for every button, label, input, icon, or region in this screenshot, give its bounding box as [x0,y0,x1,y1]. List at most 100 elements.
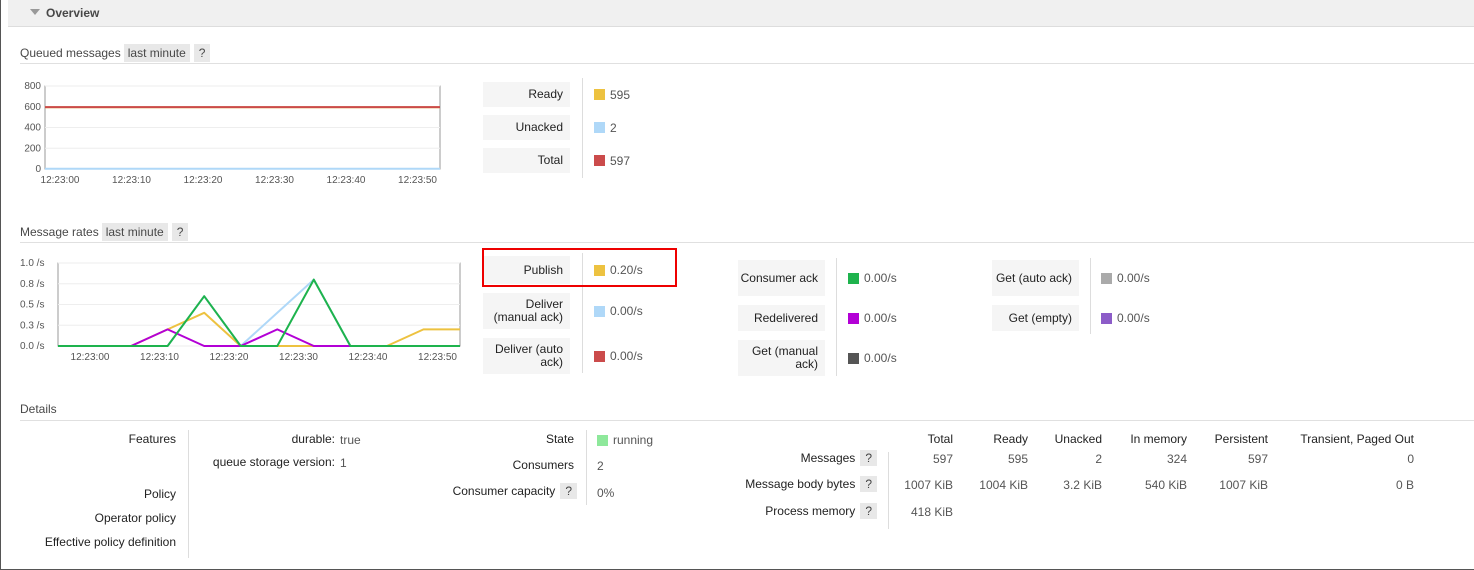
x-axis-ticks: 12:23:00 12:23:10 12:23:20 12:23:30 12:23:40… [71,352,458,363]
x-tick-label: 12:23:50 [418,352,457,363]
effective-policy-label: Effective policy definition [44,535,176,549]
get-empty-value: 0.00/s [1117,311,1150,325]
queued-messages-header: Queued messages last minute? [20,44,211,62]
y-tick-label: 0.8 /s [20,279,44,290]
state-text: running [613,433,654,447]
legend-value-total: 597 [594,148,630,173]
x-tick-label: 12:23:40 [327,175,366,186]
legend-label-get-manual: Get (manual ack) [738,340,825,376]
y-tick-label: 0.0 /s [20,341,44,352]
feature-key-storage-version: queue storage version: [212,455,335,469]
queued-range-selector[interactable]: last minute [123,44,190,62]
consumer-ack-swatch [848,272,859,284]
state-indicator-swatch [597,434,608,446]
ready-value: 595 [610,87,631,102]
deliver-manual-swatch [594,305,605,317]
queued-messages-title: Queued messages [20,46,121,60]
x-tick-label: 12:23:40 [349,352,388,363]
queued-messages-chart: 8006004002000 12:23:00 12:23:10 12:23:20 12… [24,81,441,186]
feature-value-storage-version: 1 [340,456,347,470]
details-separator [888,452,889,529]
x-tick-label: 12:23:00 [71,352,110,363]
legend-value-unacked: 2 [594,115,617,140]
y-tick-label: 0.5 /s [20,300,44,311]
col-header-transient: Transient, Paged Out [1300,432,1414,446]
details-separator [586,430,587,505]
table-cell: 324 [1166,452,1187,466]
consumers-label: Consumers [512,458,574,472]
col-header-persistent: Persistent [1214,432,1268,446]
get-auto-swatch [1101,272,1112,284]
y-tick-label: 800 [24,81,41,92]
table-cell: 595 [1007,452,1028,466]
collapse-triangle-icon [30,9,40,15]
message-rates-title: Message rates [20,225,99,239]
legend-value-redelivered: 0.00/s [848,304,897,332]
operator-policy-label: Operator policy [94,511,176,525]
x-tick-label: 12:23:20 [184,175,223,186]
ready-swatch [594,89,605,100]
col-header-total: Total [927,432,953,446]
deliver-auto-value: 0.00/s [610,349,643,363]
x-tick-label: 12:23:50 [398,175,437,186]
x-axis-ticks: 12:23:00 12:23:10 12:23:20 12:23:30 12:23:40… [41,175,438,186]
legend-label-get-auto: Get (auto ack) [992,260,1079,296]
x-tick-label: 12:23:30 [279,352,318,363]
legend-value-consumer-ack: 0.00/s [848,264,897,292]
get-auto-value: 0.00/s [1117,271,1150,285]
legend-label-redelivered: Redelivered [738,305,825,331]
table-cell: 0 B [1395,478,1414,492]
deliver-auto-swatch [594,350,605,362]
deliver-manual-value: 0.00/s [610,304,643,318]
legend-separator [1090,258,1091,334]
consumer-capacity-help-button[interactable]: ? [560,483,577,499]
row-label-process-memory: Process memory? [700,503,877,519]
queued-help-button[interactable]: ? [193,44,211,62]
legend-separator [836,258,837,376]
messages-help-button[interactable]: ? [860,450,877,466]
x-tick-label: 12:23:20 [210,352,249,363]
x-tick-label: 12:23:30 [255,175,294,186]
total-swatch [594,155,605,166]
get-empty-swatch [1101,312,1112,324]
table-cell: 540 KiB [1144,478,1187,492]
message-rates-header: Message rates last minute? [20,223,189,241]
y-tick-label: 1.0 /s [20,258,44,269]
total-value: 597 [610,153,631,168]
col-header-unacked: Unacked [1054,432,1102,446]
legend-value-deliver-manual: 0.00/s [594,297,643,325]
policy-label: Policy [143,487,176,501]
legend-label-unacked: Unacked [483,115,570,140]
consumer-capacity-label: Consumer capacity? [400,483,577,499]
legend-value-deliver-auto: 0.00/s [594,342,643,370]
legend-label-deliver-manual: Deliver (manual ack) [483,293,570,329]
consumer-ack-value: 0.00/s [864,271,897,285]
y-axis-ticks: 1.0 /s 0.8 /s 0.5 /s 0.3 /s 0.0 /s [20,258,44,352]
features-label: Features [128,432,176,446]
row-label-messages-text: Messages [800,451,856,465]
body-bytes-help-button[interactable]: ? [860,476,877,492]
y-tick-label: 400 [24,123,41,134]
get-manual-value: 0.00/s [864,351,897,365]
rates-help-button[interactable]: ? [171,223,189,241]
redelivered-swatch [848,312,859,324]
y-tick-label: 600 [24,102,41,113]
row-label-messages: Messages? [720,450,877,466]
legend-label-ready: Ready [483,82,570,107]
rates-range-selector[interactable]: last minute [101,223,168,241]
feature-value-durable: true [340,433,361,447]
table-cell: 418 KiB [910,505,953,519]
get-manual-swatch [848,352,859,364]
table-cell: 597 [932,452,953,466]
x-tick-label: 12:23:10 [140,352,179,363]
legend-label-consumer-ack: Consumer ack [738,260,825,296]
state-label: State [545,432,574,446]
legend-label-get-empty: Get (empty) [992,305,1079,331]
table-cell: 597 [1247,452,1268,466]
overview-section-toggle[interactable]: Overview [8,0,1474,27]
legend-separator [582,78,583,178]
legend-value-ready: 595 [594,82,630,107]
state-value: running [597,433,653,447]
section-title: Overview [46,6,100,20]
process-memory-help-button[interactable]: ? [860,503,877,519]
